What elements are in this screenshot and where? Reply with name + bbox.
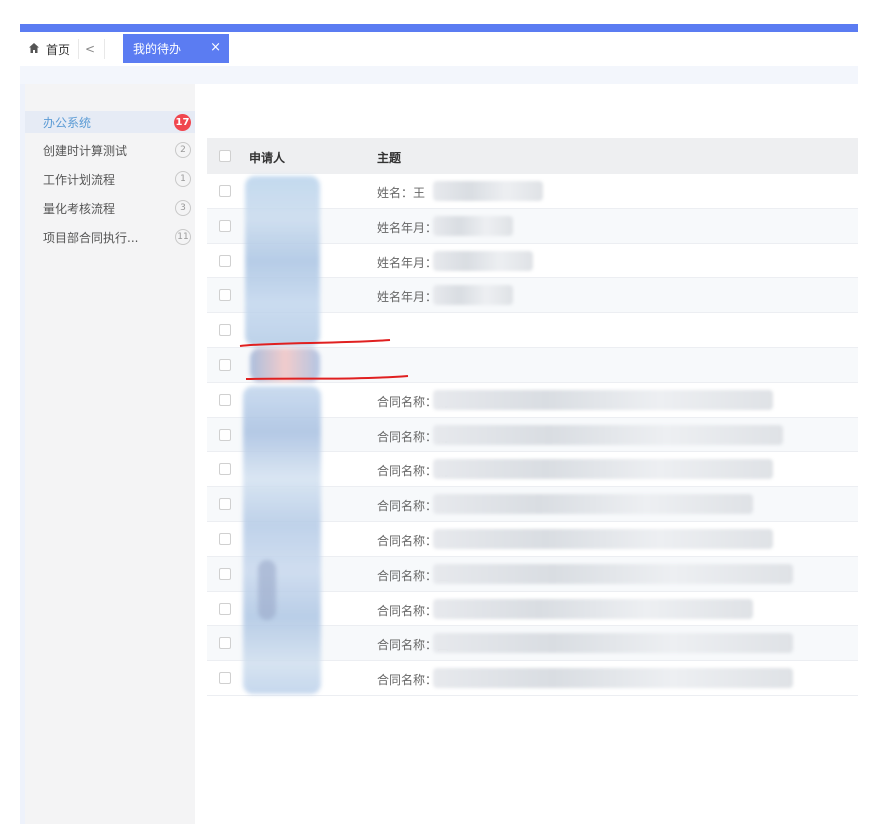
redacted-subject: [433, 668, 793, 689]
subject-cell[interactable]: 姓名年月：: [377, 288, 437, 305]
table-header: 申请人 主题: [207, 138, 858, 174]
redacted-subject: [433, 598, 753, 619]
row-checkbox[interactable]: [219, 358, 231, 371]
subject-cell[interactable]: 姓名年月：: [377, 219, 437, 236]
row-checkbox[interactable]: [219, 219, 231, 232]
close-icon[interactable]: ×: [210, 40, 221, 55]
row-checkbox[interactable]: [219, 463, 231, 476]
sidebar-item-label: 量化考核流程: [43, 201, 116, 216]
sidebar-item-office-system[interactable]: 办公系统 17: [25, 111, 195, 133]
tab-bar: 首页 < 我的待办 ×: [20, 32, 858, 66]
row-checkbox[interactable]: [219, 637, 231, 650]
chevron-left-icon: <: [84, 42, 96, 56]
row-checkbox[interactable]: [219, 602, 231, 615]
redacted-subject: [433, 633, 793, 654]
column-header-subject: 主题: [377, 151, 402, 165]
tab-scroll-left-button[interactable]: <: [82, 32, 98, 66]
column-header-applicant: 申请人: [249, 151, 286, 165]
subject-cell[interactable]: 姓名年月：: [377, 254, 437, 271]
sidebar-item-label: 工作计划流程: [43, 172, 116, 187]
redacted-subject: [433, 250, 533, 271]
redacted-subject: [433, 459, 773, 480]
select-all-checkbox[interactable]: [219, 150, 231, 162]
subject-cell[interactable]: 姓名：王: [377, 184, 425, 201]
sidebar-item-label: 办公系统: [43, 115, 92, 130]
tab-my-todo[interactable]: 我的待办 ×: [123, 34, 229, 63]
subject-cell[interactable]: 合同名称：: [377, 532, 437, 549]
redacted-subject: [433, 285, 513, 306]
redacted-applicant: [245, 176, 320, 346]
row-checkbox[interactable]: [219, 672, 231, 685]
tab-divider: [104, 39, 105, 59]
sidebar-item-label: 项目部合同执行...: [43, 230, 139, 245]
tab-divider: [78, 39, 79, 59]
header-band: [20, 66, 858, 84]
top-accent-bar: [20, 24, 858, 32]
row-checkbox[interactable]: [219, 185, 231, 197]
subject-cell[interactable]: 合同名称：: [377, 671, 437, 688]
sidebar-item-project-contract[interactable]: 项目部合同执行... 11: [43, 226, 195, 248]
count-badge: 2: [175, 142, 191, 158]
row-checkbox[interactable]: [219, 254, 231, 267]
redacted-subject: [433, 563, 793, 584]
tab-home-label: 首页: [46, 42, 71, 57]
redacted-subject: [433, 389, 773, 410]
sidebar-item-label: 创建时计算测试: [43, 143, 128, 158]
row-checkbox[interactable]: [219, 289, 231, 302]
row-checkbox[interactable]: [219, 393, 231, 406]
redacted-applicant: [243, 386, 321, 694]
row-checkbox[interactable]: [219, 324, 231, 337]
count-badge: 17: [174, 113, 191, 131]
home-icon: [28, 42, 42, 56]
tab-my-todo-label: 我的待办: [133, 42, 182, 56]
redacted-subject: [433, 528, 773, 549]
redacted-subject: [433, 215, 513, 236]
sidebar-item-create-time-test[interactable]: 创建时计算测试 2: [43, 139, 195, 161]
row-checkbox[interactable]: [219, 428, 231, 441]
sidebar-item-quant-assessment[interactable]: 量化考核流程 3: [43, 197, 195, 219]
sidebar-item-work-plan[interactable]: 工作计划流程 1: [43, 168, 195, 190]
count-badge: 3: [175, 200, 191, 216]
count-badge: 1: [175, 171, 191, 187]
redacted-subject: [433, 494, 753, 515]
row-checkbox[interactable]: [219, 532, 231, 545]
redacted-applicant: [258, 560, 276, 620]
redacted-subject: [433, 181, 543, 201]
count-badge: 11: [175, 229, 191, 245]
row-checkbox[interactable]: [219, 567, 231, 580]
sidebar: 办公系统 17 创建时计算测试 2 工作计划流程 1 量化考核流程 3 项目部合…: [20, 84, 195, 824]
tab-home[interactable]: 首页: [20, 32, 78, 66]
redacted-subject: [433, 424, 783, 445]
row-checkbox[interactable]: [219, 498, 231, 511]
annotation-underline: [239, 339, 409, 380]
